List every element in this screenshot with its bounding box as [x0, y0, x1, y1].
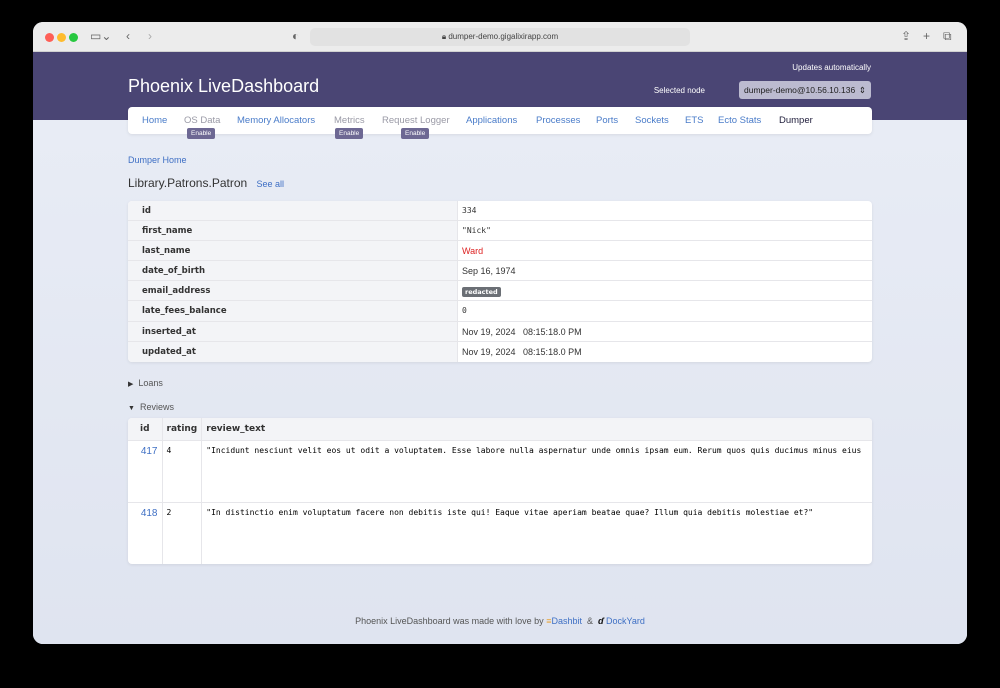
field-value: "Nick" — [462, 226, 491, 236]
field-value: Sep 16, 1974 — [462, 266, 516, 277]
node-select-value: dumper-demo@10.56.10.136 — [744, 85, 856, 95]
nav-ecto-stats[interactable]: Ecto Stats — [718, 115, 761, 126]
nav-processes[interactable]: Processes — [536, 115, 580, 126]
table-row: id 334 — [128, 201, 872, 222]
caret-right-icon: ▶ — [128, 381, 134, 388]
column-header-review-text[interactable]: review_text — [201, 418, 872, 441]
request-logger-enable-badge[interactable]: Enable — [401, 128, 430, 139]
ampersand: & — [587, 616, 594, 626]
dashbit-link[interactable]: Dashbit — [551, 616, 582, 626]
field-name: first_name — [128, 221, 458, 241]
table-row: inserted_at Nov 19, 2024 08:15:18.0 PM — [128, 321, 872, 342]
new-tab-icon[interactable]: + — [923, 29, 930, 43]
table-row: last_name Ward — [128, 241, 872, 262]
field-value: Nov 19, 2024 08:15:18.0 PM — [462, 326, 582, 337]
browser-window: ▭⌄ ‹ › ◐ 🔒︎ dumper-demo.gigalixirapp.com… — [33, 22, 967, 644]
reviews-toggle[interactable]: ▼ Reviews — [128, 402, 174, 412]
field-name: email_address — [128, 281, 458, 301]
close-window-button[interactable] — [45, 33, 54, 42]
field-value: 0 — [462, 306, 467, 316]
nav-dumper[interactable]: Dumper — [779, 115, 813, 126]
main-content: Home OS Data Enable Memory Allocators Me… — [33, 107, 967, 644]
address-bar[interactable]: 🔒︎ dumper-demo.gigalixirapp.com — [310, 28, 690, 46]
review-text: "In distinctio enim voluptatum facere no… — [201, 502, 872, 564]
back-icon[interactable]: ‹ — [126, 29, 130, 43]
redacted-badge: redacted — [462, 287, 501, 298]
dockyard-logo-icon: ɗ — [598, 616, 604, 626]
nav-home[interactable]: Home — [142, 115, 167, 126]
url-text: dumper-demo.gigalixirapp.com — [448, 32, 559, 41]
table-row: late_fees_balance 0 — [128, 301, 872, 322]
reviews-label: Reviews — [139, 402, 174, 412]
footer: Phoenix LiveDashboard was made with love… — [33, 616, 967, 626]
field-name: date_of_birth — [128, 261, 458, 281]
footer-text: Phoenix LiveDashboard was made with love… — [355, 616, 544, 626]
shield-icon[interactable]: ◐ — [292, 29, 299, 43]
table-row: date_of_birth Sep 16, 1974 — [128, 261, 872, 282]
updates-label: Updates automatically — [792, 63, 871, 72]
nav-applications[interactable]: Applications — [466, 115, 517, 126]
review-id-link[interactable]: 418 — [141, 508, 158, 519]
dockyard-link[interactable]: DockYard — [606, 616, 645, 626]
field-name: updated_at — [128, 341, 458, 362]
caret-down-icon: ▼ — [128, 405, 135, 412]
review-text: "Incidunt nesciunt velit eos ut odit a v… — [201, 440, 872, 503]
select-arrows-icon: ⇕ — [858, 85, 866, 95]
loans-label: Loans — [138, 378, 163, 388]
minimize-window-button[interactable] — [57, 33, 66, 42]
review-rating: 2 — [161, 502, 202, 564]
page-title: Phoenix LiveDashboard — [128, 76, 320, 96]
field-name: last_name — [128, 241, 458, 261]
nav-request-logger[interactable]: Request Logger — [382, 115, 450, 126]
nav-memory-allocators[interactable]: Memory Allocators — [237, 115, 315, 126]
table-row: email_address redacted — [128, 281, 872, 302]
field-value: Nov 19, 2024 08:15:18.0 PM — [462, 346, 582, 357]
share-icon[interactable]: ⇪ — [901, 29, 911, 43]
field-value: Ward — [462, 246, 484, 257]
sidebar-icon[interactable]: ▭⌄ — [90, 29, 111, 43]
field-name: late_fees_balance — [128, 301, 458, 321]
loans-toggle[interactable]: ▶ Loans — [128, 378, 163, 388]
field-name: id — [128, 201, 458, 221]
node-select[interactable]: dumper-demo@10.56.10.136 ⇕ — [739, 81, 871, 99]
record-table: id 334 first_name "Nick" last_name Ward dat… — [128, 201, 872, 362]
selected-node-label: Selected node — [653, 86, 705, 95]
column-header-rating[interactable]: rating — [161, 418, 202, 441]
zoom-window-button[interactable] — [69, 33, 78, 42]
table-row: 418 2 "In distinctio enim voluptatum facer… — [128, 502, 872, 564]
table-row: first_name "Nick" — [128, 221, 872, 242]
review-id-link[interactable]: 417 — [141, 446, 158, 457]
forward-icon[interactable]: › — [148, 29, 152, 43]
field-value: 334 — [462, 206, 477, 215]
reviews-table: id rating review_text 417 4 "Incidunt nesciu… — [128, 418, 872, 564]
review-rating: 4 — [161, 440, 202, 503]
field-name: inserted_at — [128, 321, 458, 341]
nav-os-data[interactable]: OS Data — [184, 115, 220, 126]
table-row: 417 4 "Incidunt nesciunt velit eos ut odit… — [128, 440, 872, 503]
nav-sockets[interactable]: Sockets — [635, 115, 669, 126]
browser-toolbar: ▭⌄ ‹ › ◐ 🔒︎ dumper-demo.gigalixirapp.com… — [33, 22, 967, 52]
see-all-link[interactable]: See all — [257, 179, 285, 189]
breadcrumb-dumper-home[interactable]: Dumper Home — [128, 155, 187, 165]
nav-ets[interactable]: ETS — [685, 115, 703, 126]
nav-metrics[interactable]: Metrics — [334, 115, 365, 126]
nav-ports[interactable]: Ports — [596, 115, 618, 126]
nav-bar: Home OS Data Enable Memory Allocators Me… — [128, 107, 872, 139]
tabs-overview-icon[interactable]: ⧉ — [943, 29, 952, 44]
metrics-enable-badge[interactable]: Enable — [335, 128, 364, 139]
table-row: updated_at Nov 19, 2024 08:15:18.0 PM — [128, 341, 872, 362]
schema-title: Library.Patrons.Patron — [128, 176, 248, 190]
os-data-enable-badge[interactable]: Enable — [187, 128, 216, 139]
column-header-id[interactable]: id — [128, 418, 162, 441]
